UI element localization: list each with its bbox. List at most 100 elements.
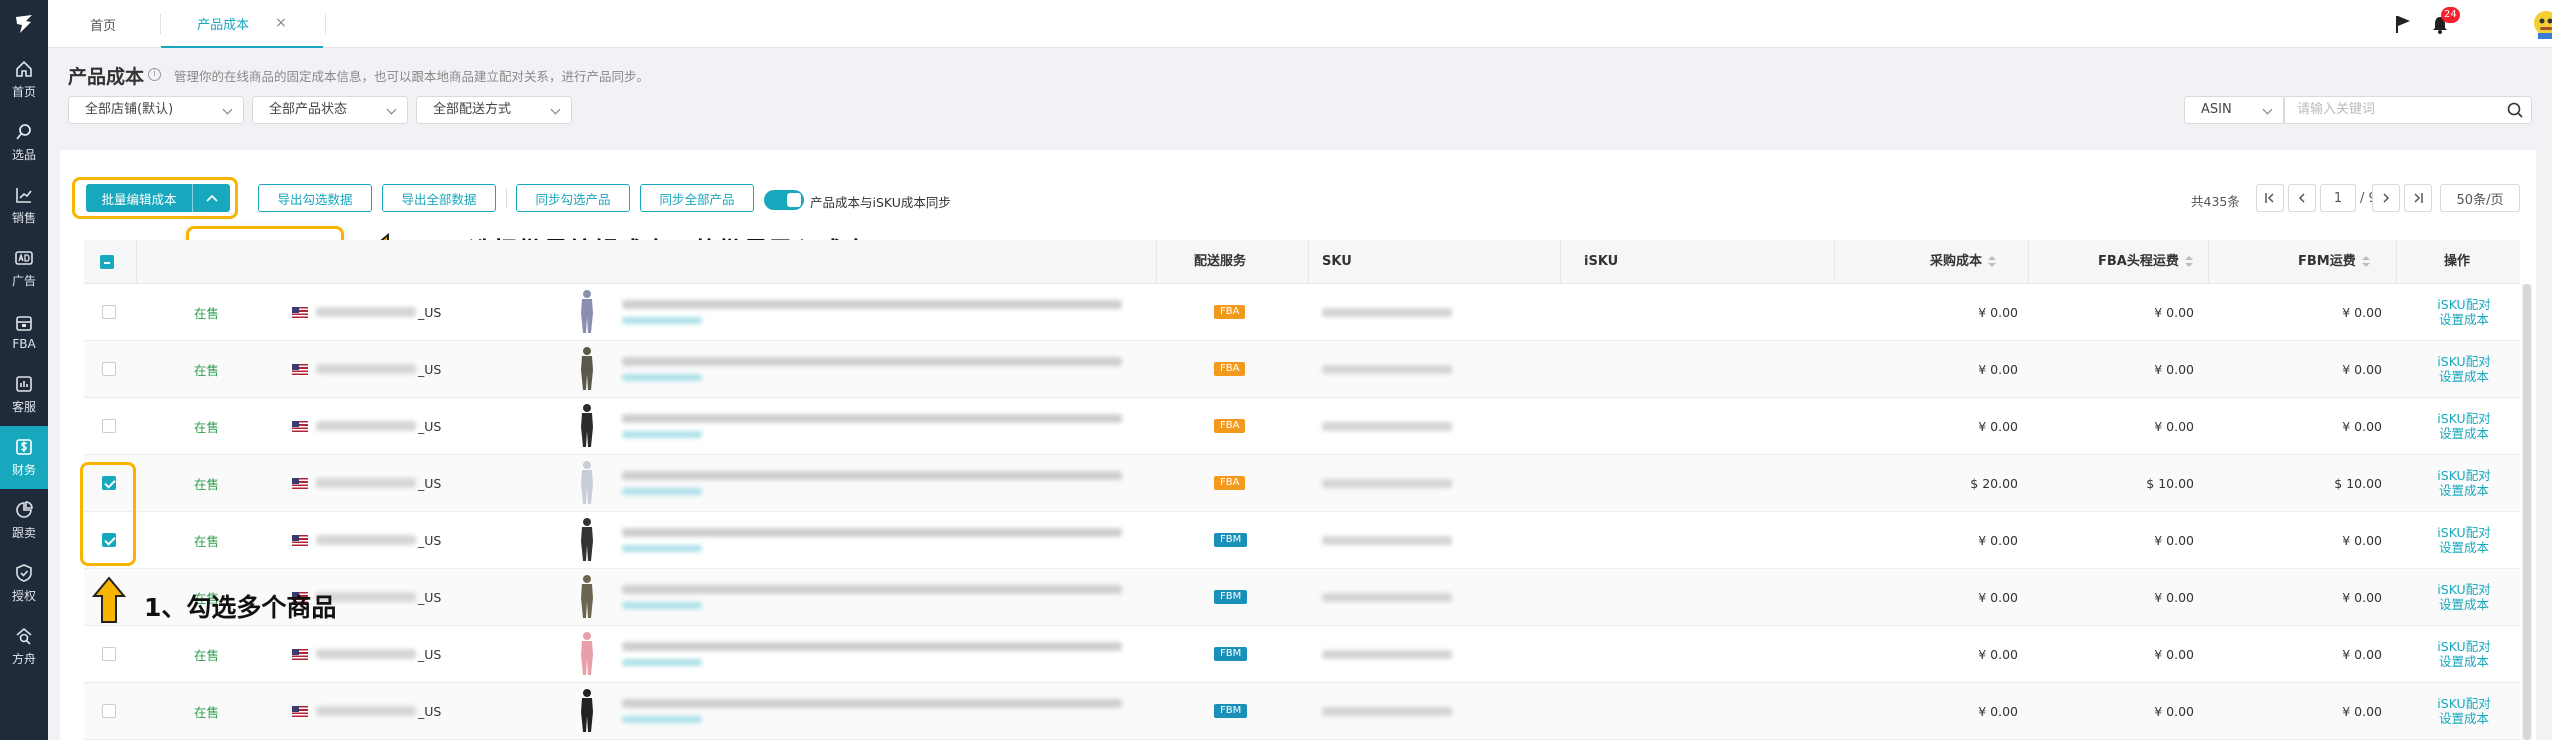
sidebar-item-shield[interactable]: 授权 xyxy=(0,552,48,615)
sidebar-item-search[interactable]: 选品 xyxy=(0,111,48,174)
row-checkbox[interactable] xyxy=(102,419,116,433)
product-title-cell[interactable] xyxy=(622,626,1122,682)
scrollbar-thumb[interactable] xyxy=(2523,284,2531,740)
table-scrollbar[interactable] xyxy=(2522,284,2532,740)
isku-pair-link[interactable]: iSKU配对 xyxy=(2437,411,2490,426)
product-title-cell[interactable] xyxy=(622,398,1122,454)
product-title-cell[interactable] xyxy=(622,455,1122,511)
header-fba-shipping[interactable]: FBA头程运费 xyxy=(2098,240,2193,284)
search-type-select[interactable]: ASIN xyxy=(2184,96,2284,124)
table-row[interactable]: 在售 _US FBM ¥ 0.00 ¥ 0.00 ¥ 0.00 iSKU配对 设置成本 xyxy=(84,683,2520,740)
set-cost-link[interactable]: 设置成本 xyxy=(2439,483,2489,498)
table-row[interactable]: 在售 _US FBM ¥ 0.00 ¥ 0.00 ¥ 0.00 iSKU配对 设置成本 xyxy=(84,512,2520,569)
product-thumbnail[interactable] xyxy=(578,683,596,739)
product-thumbnail[interactable] xyxy=(578,398,596,454)
sort-icon[interactable] xyxy=(2361,255,2370,268)
store-select[interactable]: 全部店铺(默认) xyxy=(68,96,244,124)
sidebar-item-chart[interactable]: 销售 xyxy=(0,174,48,237)
product-title-cell[interactable] xyxy=(622,683,1122,739)
page-input[interactable]: 1 xyxy=(2320,184,2356,212)
table-row[interactable]: 在售 _US FBA ¥ 0.00 ¥ 0.00 ¥ 0.00 iSKU配对 设置成本 xyxy=(84,341,2520,398)
header-fbm-shipping[interactable]: FBM运费 xyxy=(2298,240,2370,284)
set-cost-link[interactable]: 设置成本 xyxy=(2439,369,2489,384)
sidebar-item-label: 选品 xyxy=(11,148,36,162)
sidebar-item-dollar[interactable]: 财务 xyxy=(0,426,48,489)
set-cost-link[interactable]: 设置成本 xyxy=(2439,312,2489,327)
product-title-cell[interactable] xyxy=(622,284,1122,340)
isku-pair-link[interactable]: iSKU配对 xyxy=(2437,468,2490,483)
row-checkbox[interactable] xyxy=(102,647,116,661)
select-all-checkbox[interactable] xyxy=(100,255,114,269)
isku-pair-link[interactable]: iSKU配对 xyxy=(2437,354,2490,369)
tab-home[interactable]: 首页 xyxy=(48,0,158,48)
sync-selected-button[interactable]: 同步勾选产品 xyxy=(516,184,630,212)
delivery-select[interactable]: 全部配送方式 xyxy=(416,96,572,124)
sidebar-item-warehouse[interactable]: FBA xyxy=(0,300,48,363)
first-page-button[interactable] xyxy=(2256,184,2284,212)
product-title-cell[interactable] xyxy=(622,512,1122,568)
set-cost-link[interactable]: 设置成本 xyxy=(2439,654,2489,669)
sort-icon[interactable] xyxy=(2184,255,2193,268)
avatar[interactable] xyxy=(2532,9,2552,43)
product-title-cell[interactable] xyxy=(622,569,1122,625)
sort-icon[interactable] xyxy=(1988,255,1997,268)
isku-pair-link[interactable]: iSKU配对 xyxy=(2437,525,2490,540)
sync-all-button[interactable]: 同步全部产品 xyxy=(640,184,754,212)
asin-link-redacted[interactable] xyxy=(622,317,702,324)
last-page-button[interactable] xyxy=(2404,184,2432,212)
export-selected-button[interactable]: 导出勾选数据 xyxy=(258,184,372,212)
product-thumbnail[interactable] xyxy=(578,512,596,568)
product-thumbnail[interactable] xyxy=(578,626,596,682)
sidebar-item-ad[interactable]: 广告 xyxy=(0,237,48,300)
isku-pair-link[interactable]: iSKU配对 xyxy=(2437,297,2490,312)
page-size-select[interactable]: 50条/页 xyxy=(2440,184,2520,212)
bell-icon[interactable]: 24 xyxy=(2431,7,2460,39)
product-status-select[interactable]: 全部产品状态 xyxy=(252,96,408,124)
tab-product-cost[interactable]: 产品成本 × xyxy=(161,0,323,48)
sidebar-item-ark[interactable]: 方舟 xyxy=(0,615,48,678)
row-checkbox[interactable] xyxy=(102,362,116,376)
product-thumbnail[interactable] xyxy=(578,284,596,340)
isku-pair-link[interactable]: iSKU配对 xyxy=(2437,639,2490,654)
asin-link-redacted[interactable] xyxy=(622,374,702,381)
product-title-cell[interactable] xyxy=(622,341,1122,397)
header-purchase-cost[interactable]: 采购成本 xyxy=(1930,240,1997,284)
asin-link-redacted[interactable] xyxy=(622,602,702,609)
asin-link-redacted[interactable] xyxy=(622,431,702,438)
table-row[interactable]: 在售 _US FBA ¥ 0.00 ¥ 0.00 ¥ 0.00 iSKU配对 设置成本 xyxy=(84,284,2520,341)
product-thumbnail[interactable] xyxy=(578,569,596,625)
isku-pair-link[interactable]: iSKU配对 xyxy=(2437,582,2490,597)
app-logo[interactable] xyxy=(0,0,48,48)
search-input[interactable]: 请输入关键词 xyxy=(2284,96,2532,124)
asin-link-redacted[interactable] xyxy=(622,659,702,666)
info-icon[interactable]: i xyxy=(148,68,161,81)
table-row[interactable]: 在售 _US FBA $ 20.00 $ 10.00 $ 10.00 iSKU配对 设置成本 xyxy=(84,455,2520,512)
sidebar-item-home[interactable]: 首页 xyxy=(0,48,48,111)
set-cost-link[interactable]: 设置成本 xyxy=(2439,597,2489,612)
asin-link-redacted[interactable] xyxy=(622,716,702,723)
set-cost-link[interactable]: 设置成本 xyxy=(2439,426,2489,441)
export-all-button[interactable]: 导出全部数据 xyxy=(382,184,496,212)
search-icon[interactable] xyxy=(2507,102,2523,118)
product-thumbnail[interactable] xyxy=(578,341,596,397)
table-row[interactable]: 在售 _US FBM ¥ 0.00 ¥ 0.00 ¥ 0.00 iSKU配对 设置成本 xyxy=(84,569,2520,626)
asin-link-redacted[interactable] xyxy=(622,545,702,552)
next-page-button[interactable] xyxy=(2372,184,2400,212)
close-icon[interactable]: × xyxy=(275,15,287,31)
table-row[interactable]: 在售 _US FBM ¥ 0.00 ¥ 0.00 ¥ 0.00 iSKU配对 设置成本 xyxy=(84,626,2520,683)
product-thumbnail[interactable] xyxy=(578,455,596,511)
row-checkbox[interactable] xyxy=(102,305,116,319)
flag-icon[interactable] xyxy=(2394,14,2412,38)
row-checkbox[interactable] xyxy=(102,704,116,718)
table-row[interactable]: 在售 _US FBA ¥ 0.00 ¥ 0.00 ¥ 0.00 iSKU配对 设置成本 xyxy=(84,398,2520,455)
set-cost-link[interactable]: 设置成本 xyxy=(2439,711,2489,726)
cost-sync-toggle[interactable] xyxy=(764,190,804,210)
sidebar-item-message[interactable]: 客服 xyxy=(0,363,48,426)
asin-link-redacted[interactable] xyxy=(622,488,702,495)
prev-page-button[interactable] xyxy=(2288,184,2316,212)
sidebar-item-pie[interactable]: 跟卖 xyxy=(0,489,48,552)
set-cost-link[interactable]: 设置成本 xyxy=(2439,540,2489,555)
batch-edit-cost-button[interactable]: 批量编辑成本 xyxy=(86,184,230,212)
chevron-up-icon[interactable] xyxy=(193,194,230,202)
isku-pair-link[interactable]: iSKU配对 xyxy=(2437,696,2490,711)
